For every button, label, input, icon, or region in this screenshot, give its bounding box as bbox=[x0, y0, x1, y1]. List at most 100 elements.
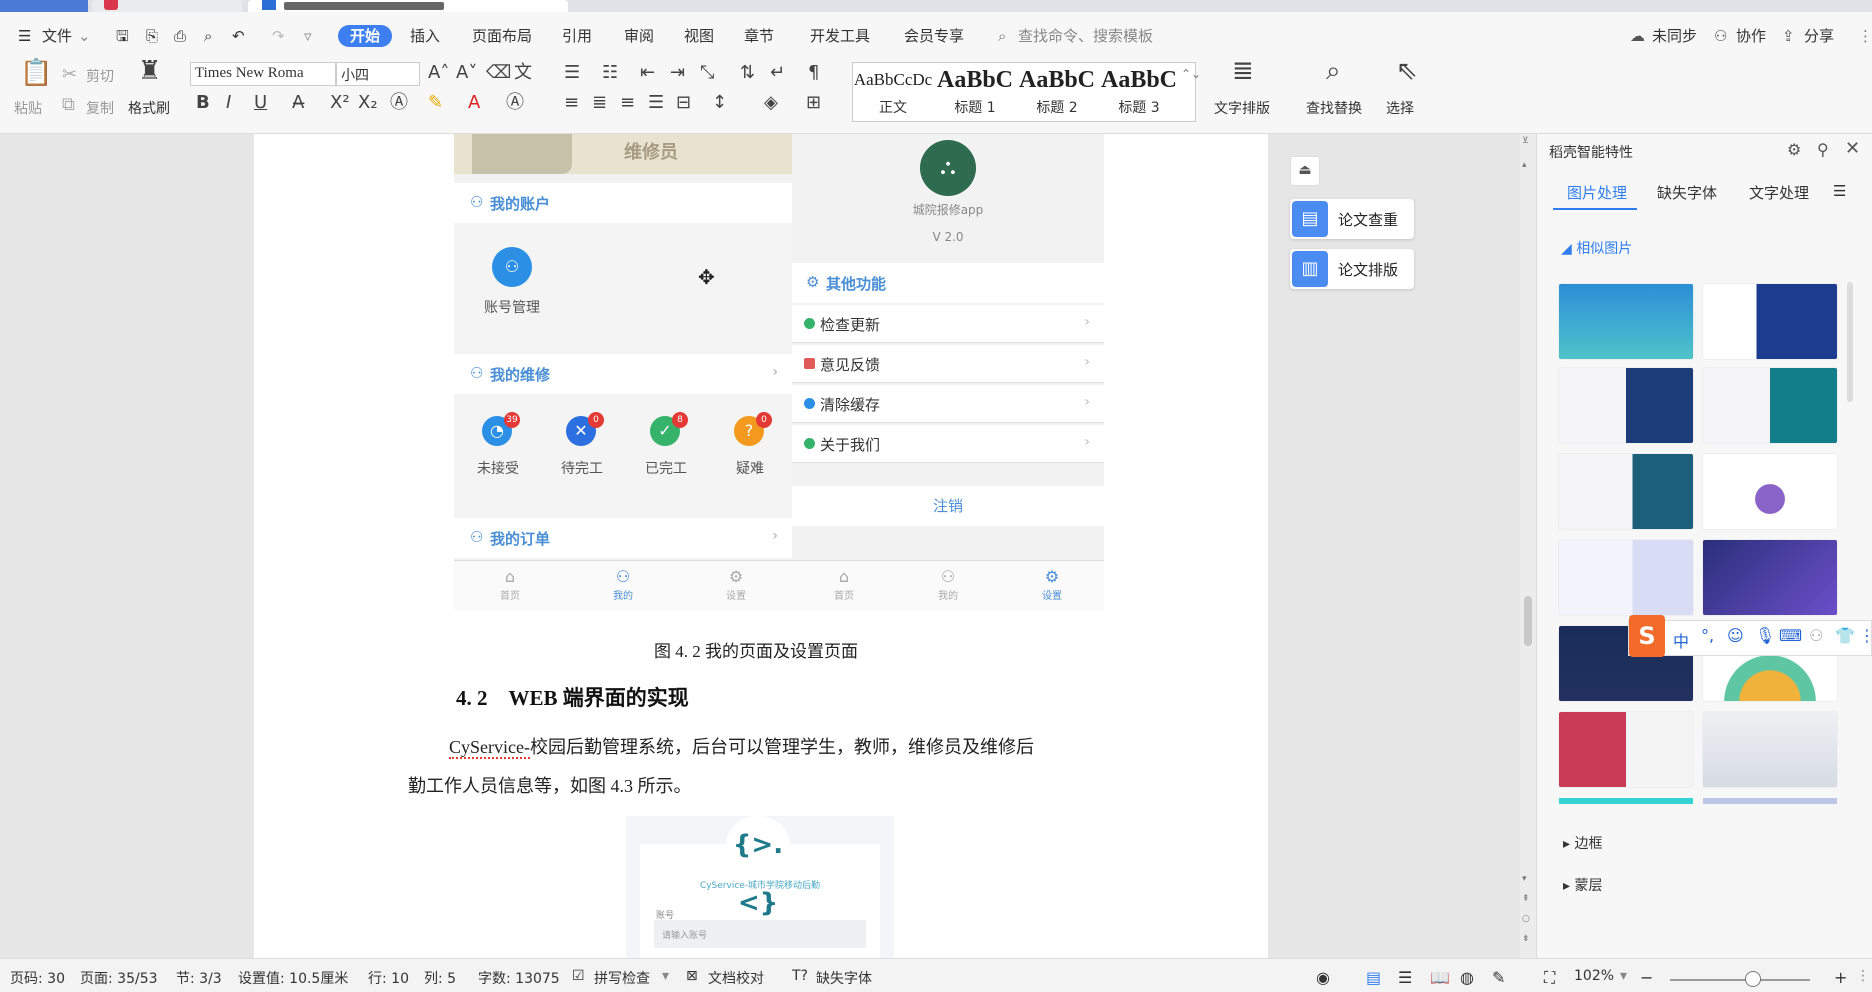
phonetic-icon[interactable]: 文 bbox=[514, 64, 532, 82]
setting-value[interactable]: 设置值: 10.5厘米 bbox=[238, 968, 348, 988]
emoji-icon[interactable]: ☺ bbox=[1727, 626, 1744, 645]
customize-icon[interactable]: ▿ bbox=[304, 25, 312, 47]
write-view-icon[interactable]: ✎ bbox=[1492, 968, 1505, 987]
ime-mode-toggle[interactable]: 中 bbox=[1673, 628, 1689, 652]
align-left-icon[interactable]: ≡ bbox=[564, 94, 579, 112]
ruler-icon[interactable]: ⊻ bbox=[1522, 136, 1529, 146]
find-replace-button[interactable]: 查找替换 bbox=[1306, 98, 1362, 118]
collab-button[interactable]: 协作 bbox=[1736, 25, 1766, 47]
page-count[interactable]: 页面: 35/53 bbox=[80, 968, 158, 988]
fit-page-icon[interactable]: ⛶ bbox=[1544, 968, 1555, 988]
zoom-slider-track[interactable] bbox=[1670, 979, 1810, 981]
char-border-icon[interactable]: Ⓐ bbox=[506, 94, 524, 112]
scroll-thumb[interactable] bbox=[1524, 596, 1532, 646]
scroll-down-icon[interactable]: ▾ bbox=[1522, 874, 1527, 884]
paper-layout-button[interactable]: ▥ 论文排版 bbox=[1290, 249, 1414, 289]
menu-tab-reference[interactable]: 引用 bbox=[562, 25, 592, 47]
close-icon[interactable]: ✕ bbox=[1845, 138, 1860, 159]
zoom-out-icon[interactable]: − bbox=[1640, 968, 1653, 987]
reading-view-icon[interactable]: 📖 bbox=[1430, 968, 1450, 987]
more-icon[interactable]: ⋮ bbox=[1858, 25, 1872, 47]
paste-button[interactable]: 粘贴 bbox=[14, 98, 42, 118]
print-icon[interactable]: ⎙ bbox=[174, 25, 186, 47]
panel-scrollbar[interactable] bbox=[1847, 282, 1853, 402]
more-icon[interactable]: ⋮ bbox=[1856, 968, 1870, 984]
highlight-icon[interactable]: ✎ bbox=[428, 94, 443, 112]
home-tab[interactable] bbox=[0, 0, 88, 12]
increase-indent-icon[interactable]: ⇥ bbox=[670, 64, 685, 82]
collapse-icon[interactable]: ⏏ bbox=[1290, 156, 1320, 186]
chevron-down-icon[interactable]: ▾ bbox=[662, 968, 669, 984]
zoom-slider-handle[interactable] bbox=[1745, 971, 1761, 987]
pin-icon[interactable]: ⚲ bbox=[1817, 140, 1829, 159]
image-thumbnail-partial[interactable] bbox=[1703, 798, 1837, 804]
underline-icon[interactable]: U bbox=[254, 94, 267, 112]
bold-icon[interactable]: B bbox=[196, 94, 210, 112]
strikethrough-icon[interactable]: A̶ bbox=[292, 94, 304, 112]
image-thumbnail[interactable] bbox=[1703, 540, 1837, 615]
shrink-font-icon[interactable]: A˅ bbox=[456, 64, 477, 82]
tab-text-processing[interactable]: 文字处理 bbox=[1749, 182, 1809, 203]
italic-icon[interactable]: I bbox=[226, 94, 231, 112]
user-icon[interactable]: ⚇ bbox=[1809, 626, 1823, 645]
show-marks-icon[interactable]: ¶ bbox=[808, 64, 819, 82]
decrease-indent-icon[interactable]: ⇤ bbox=[640, 64, 655, 82]
zoom-in-icon[interactable]: + bbox=[1834, 968, 1847, 987]
format-painter-icon[interactable]: ♜ bbox=[138, 58, 161, 84]
copy-icon[interactable]: ⧉ bbox=[62, 96, 75, 114]
document-tab-1[interactable] bbox=[92, 0, 242, 12]
style-heading-2[interactable]: AaBbC 标题 2 bbox=[1017, 63, 1097, 121]
proofread-button[interactable]: 文档校对 bbox=[708, 968, 764, 988]
browse-object-icon[interactable]: ○ bbox=[1522, 914, 1530, 924]
menu-tab-layout[interactable]: 页面布局 bbox=[472, 25, 532, 47]
microphone-icon[interactable]: 🎙 bbox=[1755, 626, 1775, 645]
align-center-icon[interactable]: ≣ bbox=[592, 94, 607, 112]
sogou-logo-icon[interactable]: S bbox=[1629, 615, 1665, 657]
menu-tab-view[interactable]: 视图 bbox=[684, 25, 714, 47]
next-page-icon[interactable]: ⇟ bbox=[1522, 934, 1530, 944]
page-code[interactable]: 页码: 30 bbox=[10, 968, 65, 988]
shading-icon[interactable]: ◈ bbox=[764, 94, 778, 112]
save-icon[interactable]: 🖫 bbox=[116, 25, 129, 47]
eye-protection-icon[interactable]: ◉ bbox=[1316, 968, 1330, 987]
borders-icon[interactable]: ⊞ bbox=[806, 94, 821, 112]
menu-icon[interactable]: ☰ bbox=[1833, 182, 1846, 200]
tab-missing-fonts[interactable]: 缺失字体 bbox=[1657, 182, 1717, 203]
chevron-down-icon[interactable]: ⌄ bbox=[78, 25, 91, 47]
menu-tab-insert[interactable]: 插入 bbox=[410, 25, 440, 47]
chevron-down-icon[interactable]: ▾ bbox=[1620, 968, 1627, 984]
number-list-icon[interactable]: ☷ bbox=[602, 64, 618, 82]
menu-file[interactable]: 文件 bbox=[42, 25, 72, 47]
text-direction-icon[interactable]: ⤡ bbox=[700, 64, 714, 82]
text-effect-icon[interactable]: Ⓐ bbox=[390, 94, 408, 112]
image-thumbnail[interactable] bbox=[1559, 368, 1693, 443]
page-view-icon[interactable]: ▤ bbox=[1366, 968, 1381, 987]
similar-images-header[interactable]: ◢ 相似图片 bbox=[1561, 238, 1632, 258]
border-section[interactable]: ▸ 边框 bbox=[1563, 833, 1602, 853]
image-thumbnail[interactable] bbox=[1703, 454, 1837, 529]
web-view-icon[interactable]: ◍ bbox=[1460, 968, 1474, 987]
sync-status[interactable]: 未同步 bbox=[1652, 25, 1697, 47]
export-icon[interactable]: ⎘ bbox=[146, 25, 158, 47]
row-position[interactable]: 行: 10 bbox=[368, 968, 409, 988]
image-thumbnail[interactable] bbox=[1559, 284, 1693, 359]
menu-tab-devtools[interactable]: 开发工具 bbox=[810, 25, 870, 47]
cut-icon[interactable]: ✂ bbox=[62, 66, 77, 84]
text-layout-button[interactable]: 文字排版 bbox=[1214, 98, 1270, 118]
image-thumbnail[interactable] bbox=[1559, 712, 1693, 787]
cut-button[interactable]: 剪切 bbox=[86, 66, 114, 86]
align-right-icon[interactable]: ≡ bbox=[620, 94, 635, 112]
vertical-scrollbar[interactable]: ⊻ ▴ ▾ ⇞ ○ ⇟ bbox=[1520, 134, 1536, 958]
copy-button[interactable]: 复制 bbox=[86, 98, 114, 118]
menu-tab-chapter[interactable]: 章节 bbox=[744, 25, 774, 47]
toolbox-icon[interactable]: ⋮ bbox=[1859, 626, 1872, 645]
image-thumbnail-partial[interactable] bbox=[1559, 798, 1693, 804]
bullet-list-icon[interactable]: ☰ bbox=[564, 64, 580, 82]
line-break-icon[interactable]: ↵ bbox=[770, 64, 785, 82]
spell-check-button[interactable]: 拼写检查 bbox=[594, 968, 650, 988]
select-icon[interactable]: ⇖ bbox=[1396, 58, 1418, 84]
select-button[interactable]: 选择 bbox=[1386, 98, 1414, 118]
paper-check-button[interactable]: ▤ 论文查重 bbox=[1290, 199, 1414, 239]
style-heading-3[interactable]: AaBbC 标题 3 bbox=[1099, 63, 1179, 121]
punctuation-icon[interactable]: °, bbox=[1701, 626, 1714, 645]
